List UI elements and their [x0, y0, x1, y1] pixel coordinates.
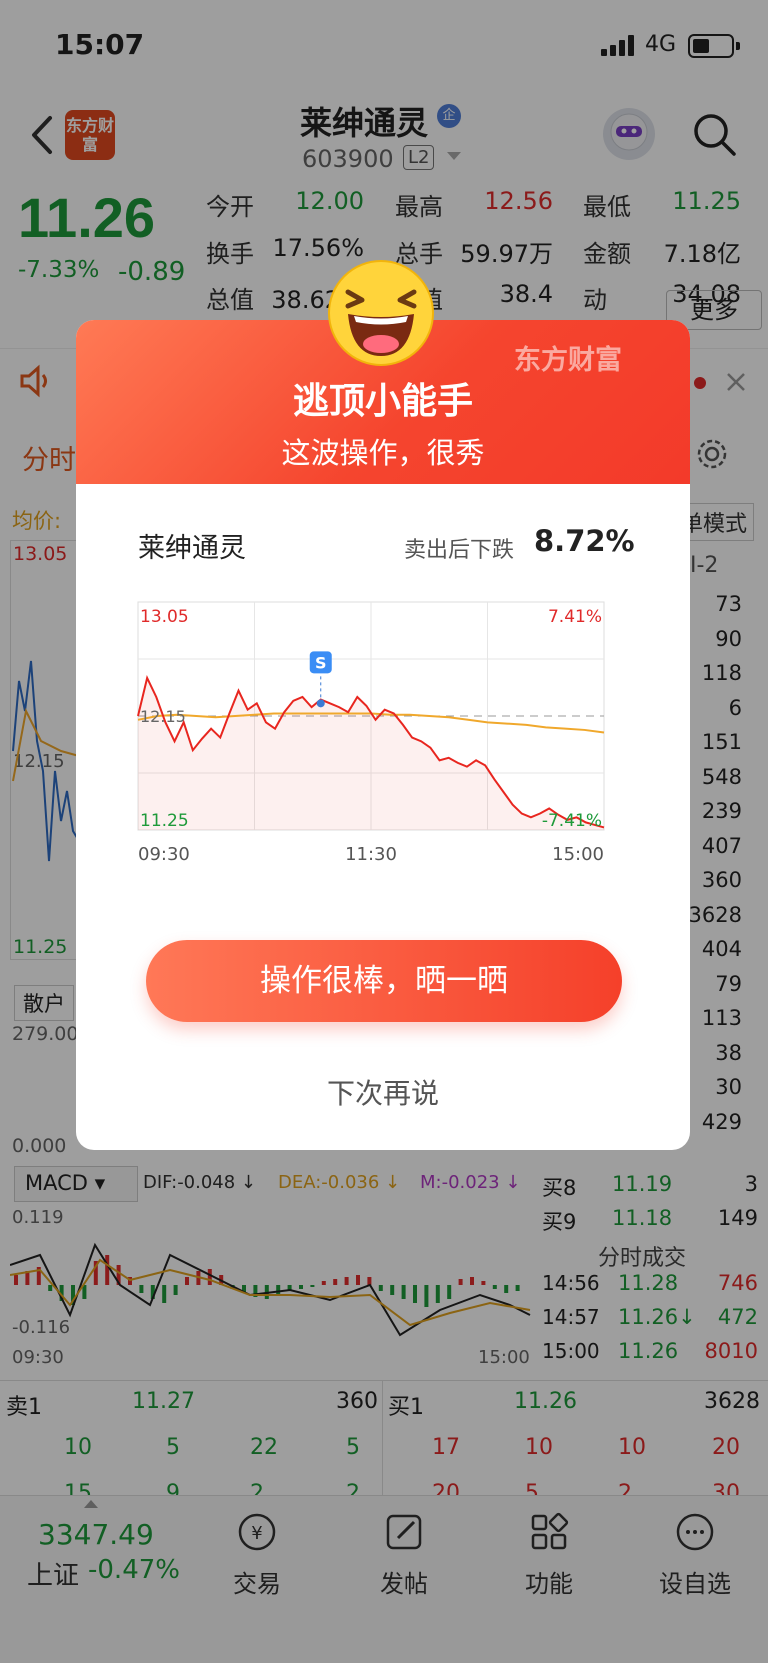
- mini-chart-svg: S 13.05 12.15 11.25 7.41% -7.41% 09:30 11:30 15:…: [137, 601, 605, 865]
- dismiss-button[interactable]: 下次再说: [76, 1072, 690, 1112]
- top-escape-modal: 东方财富 逃顶小能手 这波操作，很秀 莱绅通灵 卖出后下跌 8.72% S 13.…: [76, 320, 690, 1150]
- drop-after-sell-label: 卖出后下跌: [404, 538, 515, 563]
- modal-title: 逃顶小能手: [292, 381, 473, 422]
- y-label-bottom: 11.25: [140, 811, 189, 831]
- card-stock-name: 莱绅通灵: [138, 533, 246, 564]
- pct-label-bottom: -7.41%: [542, 811, 602, 831]
- x-label-start: 09:30: [138, 844, 190, 864]
- sell-point-dot: [316, 699, 325, 708]
- x-label-mid: 11:30: [345, 844, 397, 864]
- modal-subtitle: 这波操作，很秀: [281, 436, 485, 470]
- drop-after-sell-value: 8.72%: [534, 524, 635, 558]
- y-label-mid: 12.15: [140, 707, 186, 726]
- laughing-emoji-icon: [328, 260, 434, 366]
- share-button[interactable]: 操作很棒，晒一晒: [146, 940, 622, 1022]
- y-label-top: 13.05: [140, 607, 189, 627]
- intraday-mini-chart: S 13.05 12.15 11.25 7.41% -7.41% 09:30 11:30 15:…: [136, 594, 632, 865]
- sell-marker-label: S: [315, 653, 327, 672]
- x-label-end: 15:00: [552, 844, 604, 864]
- pct-label-top: 7.41%: [548, 607, 602, 627]
